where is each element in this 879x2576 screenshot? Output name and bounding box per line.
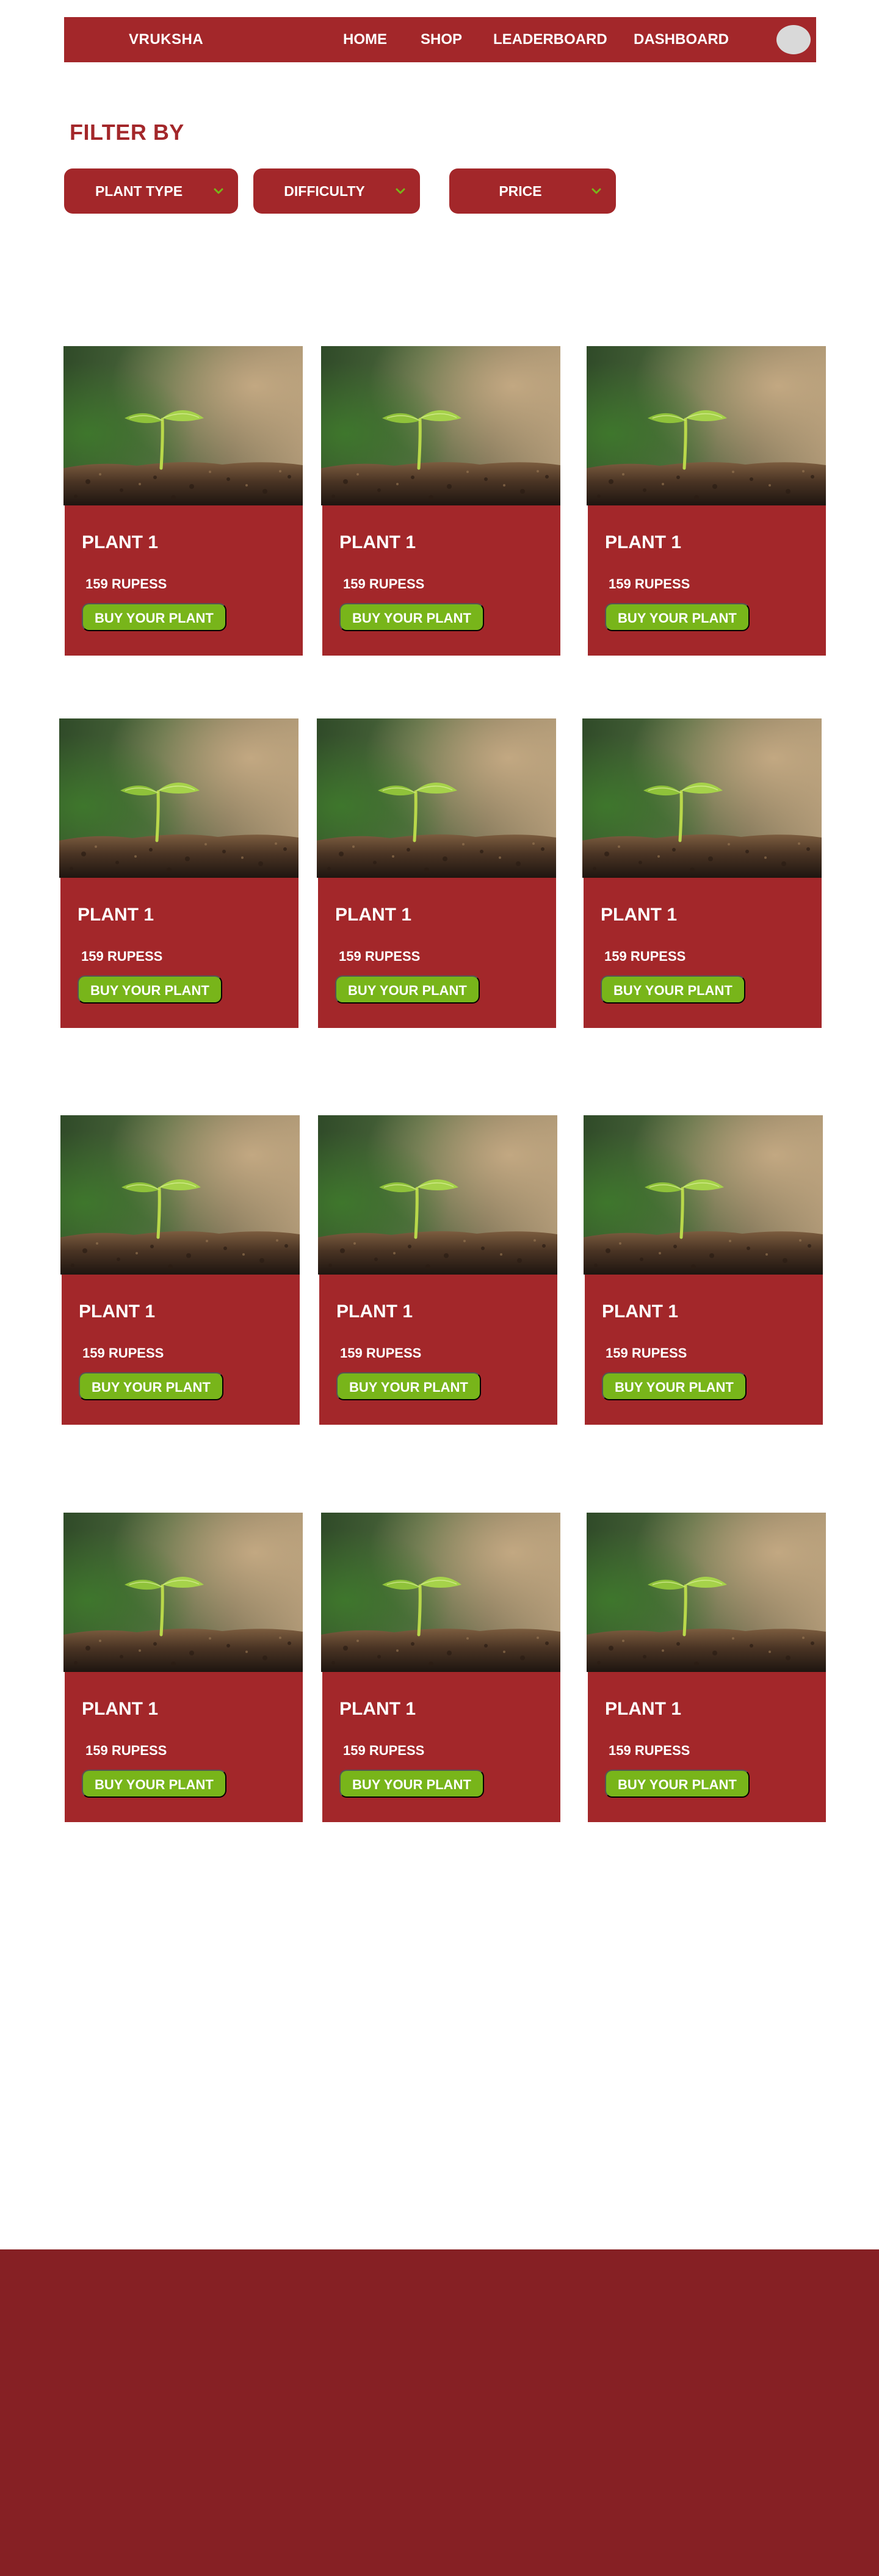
nav-link-home[interactable]: HOME (343, 17, 387, 62)
product-price: 159 RUPESS (343, 576, 425, 592)
product-price: 159 RUPESS (604, 949, 686, 964)
buy-plant-button[interactable]: BUY YOUR PLANT (605, 603, 750, 631)
top-navbar: VRUKSHA HOME SHOP LEADERBOARD DASHBOARD (64, 17, 816, 62)
product-image[interactable] (318, 1115, 557, 1275)
nav-link-shop[interactable]: SHOP (421, 17, 462, 62)
product-name: PLANT 1 (605, 532, 682, 552)
product-info: PLANT 1 159 RUPESS BUY YOUR PLANT (319, 1275, 557, 1425)
product-image[interactable] (321, 346, 560, 505)
product-card: PLANT 1 159 RUPESS BUY YOUR PLANT (318, 1115, 557, 1425)
product-name: PLANT 1 (82, 532, 159, 552)
product-price: 159 RUPESS (81, 949, 163, 964)
product-name: PLANT 1 (82, 1699, 159, 1719)
product-image[interactable] (582, 718, 822, 878)
product-info: PLANT 1 159 RUPESS BUY YOUR PLANT (585, 1275, 823, 1425)
buy-plant-button[interactable]: BUY YOUR PLANT (79, 1372, 223, 1400)
product-name: PLANT 1 (78, 905, 154, 925)
product-price: 159 RUPESS (85, 1743, 167, 1758)
buy-plant-button[interactable]: BUY YOUR PLANT (82, 1770, 226, 1798)
product-image[interactable] (63, 346, 303, 505)
chevron-down-icon (396, 188, 405, 194)
product-card: PLANT 1 159 RUPESS BUY YOUR PLANT (587, 346, 826, 656)
filter-difficulty-dropdown[interactable]: DIFFICULTY (253, 168, 420, 214)
brand-logo[interactable]: VRUKSHA (129, 17, 203, 62)
filter-label: PLANT TYPE (95, 183, 183, 199)
product-info: PLANT 1 159 RUPESS BUY YOUR PLANT (584, 878, 822, 1028)
product-info: PLANT 1 159 RUPESS BUY YOUR PLANT (318, 878, 556, 1028)
product-price: 159 RUPESS (339, 949, 421, 964)
product-card: PLANT 1 159 RUPESS BUY YOUR PLANT (321, 346, 560, 656)
product-price: 159 RUPESS (343, 1743, 425, 1758)
buy-plant-button[interactable]: BUY YOUR PLANT (602, 1372, 747, 1400)
product-card: PLANT 1 159 RUPESS BUY YOUR PLANT (317, 718, 556, 1028)
product-name: PLANT 1 (601, 905, 678, 925)
product-card: PLANT 1 159 RUPESS BUY YOUR PLANT (321, 1513, 560, 1822)
buy-plant-button[interactable]: BUY YOUR PLANT (336, 1372, 481, 1400)
product-image[interactable] (317, 718, 556, 878)
product-card: PLANT 1 159 RUPESS BUY YOUR PLANT (63, 1513, 303, 1822)
product-card: PLANT 1 159 RUPESS BUY YOUR PLANT (59, 718, 298, 1028)
buy-plant-button[interactable]: BUY YOUR PLANT (601, 975, 745, 1004)
buy-plant-button[interactable]: BUY YOUR PLANT (339, 1770, 484, 1798)
product-price: 159 RUPESS (82, 1345, 164, 1361)
product-info: PLANT 1 159 RUPESS BUY YOUR PLANT (322, 1672, 560, 1822)
filter-price-dropdown[interactable]: PRICE (449, 168, 616, 214)
product-name: PLANT 1 (339, 532, 416, 552)
product-image[interactable] (59, 718, 298, 878)
buy-plant-button[interactable]: BUY YOUR PLANT (335, 975, 480, 1004)
product-price: 159 RUPESS (609, 576, 690, 592)
filter-title: FILTER BY (70, 120, 184, 145)
product-image[interactable] (321, 1513, 560, 1672)
page-footer (0, 2249, 879, 2576)
product-name: PLANT 1 (336, 1301, 413, 1322)
filter-label: PRICE (499, 183, 542, 199)
product-image[interactable] (587, 1513, 826, 1672)
product-card: PLANT 1 159 RUPESS BUY YOUR PLANT (587, 1513, 826, 1822)
product-image[interactable] (587, 346, 826, 505)
product-info: PLANT 1 159 RUPESS BUY YOUR PLANT (65, 505, 303, 656)
product-card: PLANT 1 159 RUPESS BUY YOUR PLANT (60, 1115, 300, 1425)
product-name: PLANT 1 (79, 1301, 156, 1322)
filter-plant-type-dropdown[interactable]: PLANT TYPE (64, 168, 238, 214)
product-info: PLANT 1 159 RUPESS BUY YOUR PLANT (588, 505, 826, 656)
user-avatar-icon[interactable] (776, 25, 811, 54)
product-image[interactable] (63, 1513, 303, 1672)
product-price: 159 RUPESS (606, 1345, 687, 1361)
buy-plant-button[interactable]: BUY YOUR PLANT (339, 603, 484, 631)
product-price: 159 RUPESS (609, 1743, 690, 1758)
product-card: PLANT 1 159 RUPESS BUY YOUR PLANT (63, 346, 303, 656)
nav-link-leaderboard[interactable]: LEADERBOARD (493, 17, 607, 62)
product-price: 159 RUPESS (340, 1345, 422, 1361)
product-info: PLANT 1 159 RUPESS BUY YOUR PLANT (322, 505, 560, 656)
buy-plant-button[interactable]: BUY YOUR PLANT (78, 975, 222, 1004)
chevron-down-icon (591, 188, 601, 194)
buy-plant-button[interactable]: BUY YOUR PLANT (605, 1770, 750, 1798)
product-name: PLANT 1 (602, 1301, 679, 1322)
product-image[interactable] (60, 1115, 300, 1275)
product-price: 159 RUPESS (85, 576, 167, 592)
buy-plant-button[interactable]: BUY YOUR PLANT (82, 603, 226, 631)
product-image[interactable] (584, 1115, 823, 1275)
product-info: PLANT 1 159 RUPESS BUY YOUR PLANT (60, 878, 298, 1028)
product-name: PLANT 1 (335, 905, 412, 925)
product-name: PLANT 1 (339, 1699, 416, 1719)
product-info: PLANT 1 159 RUPESS BUY YOUR PLANT (62, 1275, 300, 1425)
product-card: PLANT 1 159 RUPESS BUY YOUR PLANT (584, 1115, 823, 1425)
product-info: PLANT 1 159 RUPESS BUY YOUR PLANT (65, 1672, 303, 1822)
product-name: PLANT 1 (605, 1699, 682, 1719)
chevron-down-icon (214, 188, 223, 194)
product-info: PLANT 1 159 RUPESS BUY YOUR PLANT (588, 1672, 826, 1822)
nav-link-dashboard[interactable]: DASHBOARD (634, 17, 729, 62)
product-card: PLANT 1 159 RUPESS BUY YOUR PLANT (582, 718, 822, 1028)
filter-label: DIFFICULTY (284, 183, 365, 199)
